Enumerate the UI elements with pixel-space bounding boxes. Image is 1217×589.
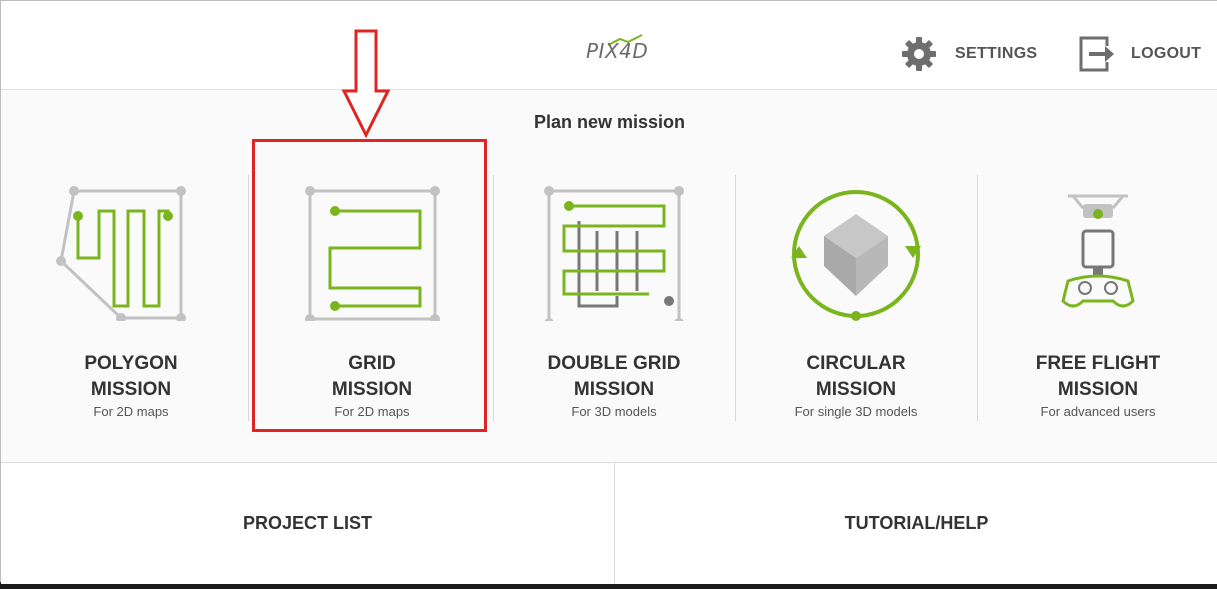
circular-mission-icon: [781, 176, 931, 326]
tutorial-help-button[interactable]: TUTORIAL/HELP: [615, 463, 1217, 584]
logout-icon: [1077, 34, 1117, 74]
logo-text: PIX4D: [586, 39, 649, 63]
settings-button[interactable]: SETTINGS: [899, 34, 1037, 74]
header: PIX4D SETTINGS LOGOUT: [1, 1, 1217, 90]
double-grid-mission-icon: [539, 176, 689, 328]
down-arrow-icon: [341, 29, 391, 144]
mission-subtitle: For advanced users: [1040, 404, 1156, 419]
pix4d-logo: PIX4D: [586, 33, 649, 69]
free-flight-mission-icon: [1023, 176, 1173, 326]
mission-subtitle: For 3D models: [571, 404, 657, 419]
app-window: PIX4D SETTINGS LOGOUT Plan new mission P…: [0, 0, 1217, 584]
highlight-box: [252, 139, 487, 432]
circular-mission-card[interactable]: CIRCULAR MISSION For single 3D models: [741, 176, 971, 436]
logout-label: LOGOUT: [1131, 45, 1202, 62]
bottom-bar: PROJECT LIST TUTORIAL/HELP: [1, 462, 1217, 584]
mission-name: POLYGON MISSION: [84, 353, 178, 400]
mission-name: DOUBLE GRID MISSION: [547, 353, 681, 400]
settings-label: SETTINGS: [955, 45, 1038, 62]
mission-name: CIRCULAR MISSION: [806, 353, 906, 400]
divider: [735, 175, 736, 421]
page-title: Plan new mission: [533, 112, 686, 132]
free-flight-mission-card[interactable]: FREE FLIGHT MISSION For advanced users: [983, 176, 1213, 436]
mission-subtitle: For single 3D models: [794, 404, 918, 419]
polygon-mission-card[interactable]: POLYGON MISSION For 2D maps: [16, 176, 246, 436]
double-grid-mission-card[interactable]: DOUBLE GRID MISSION For 3D models: [499, 176, 729, 436]
divider: [977, 175, 978, 421]
divider: [493, 175, 494, 421]
gear-icon: [899, 34, 939, 74]
polygon-mission-icon: [56, 176, 206, 326]
logout-button[interactable]: LOGOUT: [1077, 34, 1201, 74]
mission-name: FREE FLIGHT MISSION: [1035, 353, 1161, 400]
divider: [248, 175, 249, 421]
project-list-button[interactable]: PROJECT LIST: [1, 463, 614, 584]
mission-subtitle: For 2D maps: [93, 404, 169, 419]
